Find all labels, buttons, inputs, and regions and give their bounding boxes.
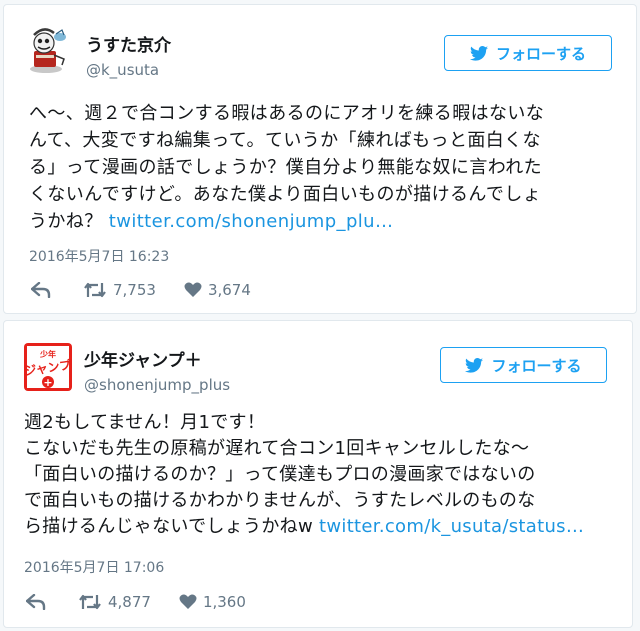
twitter-bird-icon [469, 45, 488, 61]
user-name[interactable]: うすた京介 [86, 36, 171, 56]
avatar[interactable]: 少年 ジャンプ + [24, 343, 72, 391]
reply-button[interactable] [31, 282, 51, 298]
heart-icon [184, 282, 202, 297]
tweet-text-line: くないんですけど。あなた僕より面白いものが描けるんでしょ [29, 184, 542, 205]
user-handle[interactable]: @k_usuta [86, 61, 159, 79]
tweet-text-line: こないだも先生の原稿が遅れて合コン1回キャンセルしたな～ [24, 438, 530, 459]
reply-icon [31, 282, 51, 298]
logo-text: 少年 [39, 349, 56, 359]
like-button[interactable]: 1,360 [179, 593, 246, 611]
tweet-text-line: うかね？ [29, 211, 109, 232]
retweet-count: 7,753 [113, 281, 156, 299]
like-count: 1,360 [202, 593, 246, 611]
tweet-link[interactable]: twitter.com/k_usuta/status… [319, 516, 584, 537]
tweet-text-line: 「面白いの描けるのか？」って僕達もプロの漫画家ではないの [24, 464, 536, 485]
retweet-icon [84, 282, 106, 298]
retweet-button[interactable]: 4,877 [78, 593, 151, 611]
like-button[interactable]: 3,674 [184, 281, 251, 299]
reply-icon [26, 594, 46, 610]
avatar[interactable] [26, 25, 74, 73]
user-name[interactable]: 少年ジャンプ＋ [84, 351, 202, 371]
tweet-text-line: ら描けるんじゃないでしょうかねw [24, 516, 320, 537]
like-count: 3,674 [207, 281, 251, 299]
tweet-card: うすた京介 @k_usuta フォローする へ～、週２で合コンする暇はあるのにア… [3, 4, 637, 314]
tweet-text-line: へ～、週２で合コンする暇はあるのにアオリを練る暇はないな [29, 103, 545, 124]
retweet-icon [79, 594, 101, 610]
tweet-timestamp[interactable]: 2016年5月7日 16:23 [29, 246, 169, 266]
tweet-card: 少年 ジャンプ + 少年ジャンプ＋ @shonenjump_plus フォローす… [3, 320, 633, 628]
tweet-text: へ～、週２で合コンする暇はあるのにアオリを練る暇はないな んて、大変ですね編集っ… [29, 100, 544, 235]
logo-text: + [43, 376, 52, 389]
retweet-button[interactable]: 7,753 [83, 281, 156, 299]
cartoon-character-icon [26, 25, 74, 73]
tweet-text-line: んて、大変ですね編集って。ていうか「練ればもっと面白くな [29, 130, 541, 151]
follow-button[interactable]: フォローする [440, 347, 607, 383]
follow-label: フォローする [491, 356, 582, 375]
tweet-text-line: で面白いもの描けるかわかりませんが、うすたレベルのものな [24, 490, 536, 511]
reply-button[interactable] [26, 594, 46, 610]
tweet-timestamp[interactable]: 2016年5月7日 17:06 [24, 557, 164, 577]
tweet-link[interactable]: twitter.com/shonenjump_plu… [109, 211, 394, 232]
heart-icon [179, 594, 197, 609]
tweet-text: 週2もしてません！月1です！ こないだも先生の原稿が遅れて合コン1回キャンセルし… [24, 410, 584, 540]
twitter-bird-icon [465, 357, 484, 373]
tweet-actions: 7,753 3,674 [31, 281, 251, 299]
tweet-text-line: る」って漫画の話でしょうか？僕自分より無能な奴に言われた [29, 157, 543, 178]
jump-plus-logo: 少年 ジャンプ + [24, 343, 72, 391]
tweet-actions: 4,877 1,360 [26, 593, 246, 611]
retweet-count: 4,877 [108, 593, 151, 611]
follow-button[interactable]: フォローする [444, 35, 612, 71]
follow-label: フォローする [495, 44, 586, 63]
tweet-text-line: 週2もしてません！月1です！ [24, 412, 266, 433]
user-handle[interactable]: @shonenjump_plus [84, 376, 230, 394]
